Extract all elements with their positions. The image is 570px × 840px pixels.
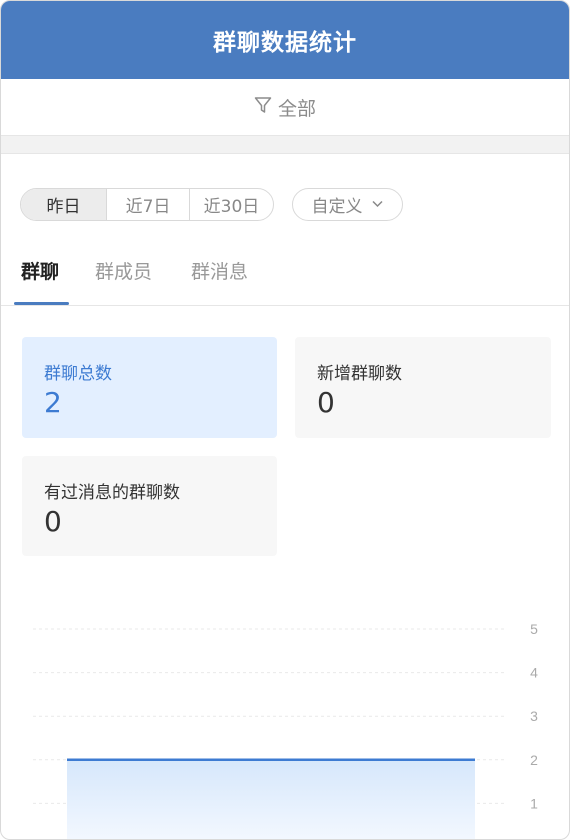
stat-label: 新增群聊数	[317, 364, 402, 384]
trend-chart: 5 4 3 2 1	[33, 621, 538, 839]
y-tick-label: 1	[530, 795, 538, 811]
y-tick-label: 3	[530, 708, 538, 724]
filter-label: 全部	[277, 97, 316, 120]
stat-label: 群聊总数	[44, 364, 112, 384]
tab-group-messages[interactable]: 群消息	[191, 257, 248, 284]
date-range-row: 昨日 近7日 近30日 自定义	[20, 188, 403, 221]
y-tick-label: 4	[530, 665, 538, 681]
date-option-30days[interactable]: 近30日	[189, 189, 273, 220]
date-range-segmented: 昨日 近7日 近30日	[20, 188, 274, 221]
funnel-icon	[254, 96, 272, 119]
y-tick-label: 5	[530, 621, 538, 637]
filter-button[interactable]: 全部	[1, 79, 569, 136]
stat-card-active-groups[interactable]: 有过消息的群聊数 0	[22, 456, 277, 556]
header-bar: 群聊数据统计	[1, 1, 569, 79]
chevron-down-icon	[371, 195, 384, 215]
stat-card-total-groups[interactable]: 群聊总数 2	[22, 337, 277, 438]
page-title: 群聊数据统计	[213, 30, 357, 56]
y-tick-label: 2	[530, 752, 538, 768]
active-tab-indicator	[14, 302, 69, 305]
custom-date-button[interactable]: 自定义	[292, 188, 403, 221]
tab-bar: 群聊 群成员 群消息	[1, 253, 569, 306]
tab-group-chats[interactable]: 群聊	[21, 257, 59, 284]
series-area	[67, 759, 475, 839]
stat-value: 0	[317, 386, 335, 419]
stat-value: 2	[44, 386, 62, 419]
app-frame: 群聊数据统计 全部 昨日 近7日 近30日 自定义 群聊 群成员 群消息 群聊总…	[0, 0, 570, 840]
stat-value: 0	[44, 505, 62, 538]
stat-label: 有过消息的群聊数	[44, 483, 180, 503]
date-option-7days[interactable]: 近7日	[106, 189, 189, 220]
stat-card-new-groups[interactable]: 新增群聊数 0	[295, 337, 551, 438]
date-option-yesterday[interactable]: 昨日	[21, 189, 106, 220]
tab-group-members[interactable]: 群成员	[95, 257, 152, 284]
custom-date-label: 自定义	[311, 197, 363, 217]
section-divider	[1, 136, 569, 154]
